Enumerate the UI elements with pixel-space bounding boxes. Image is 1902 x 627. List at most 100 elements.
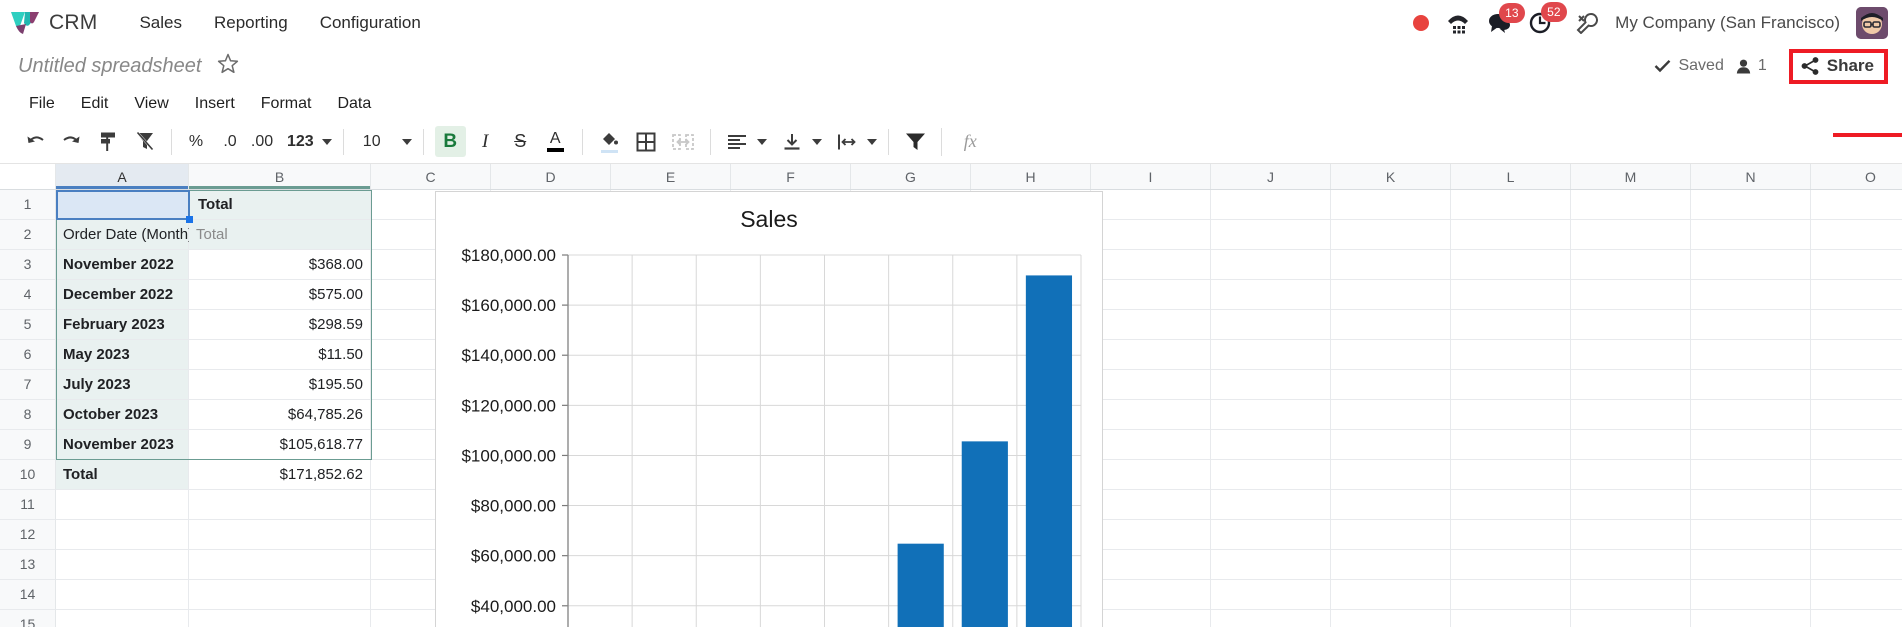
cell-M15[interactable] [1571, 610, 1691, 627]
cell-I5[interactable] [1091, 310, 1211, 340]
cell-N1[interactable] [1691, 190, 1811, 220]
cell-B4[interactable]: $575.00 [189, 280, 371, 310]
cell-K11[interactable] [1331, 490, 1451, 520]
cell-M3[interactable] [1571, 250, 1691, 280]
cell-L13[interactable] [1451, 550, 1571, 580]
row-header-4[interactable]: 4 [0, 280, 56, 310]
undo-icon[interactable] [20, 126, 51, 157]
cell-O4[interactable] [1811, 280, 1902, 310]
column-header-o[interactable]: O [1811, 164, 1902, 189]
row-header-14[interactable]: 14 [0, 580, 56, 610]
cell-I3[interactable] [1091, 250, 1211, 280]
cell-M8[interactable] [1571, 400, 1691, 430]
cell-M12[interactable] [1571, 520, 1691, 550]
cell-J11[interactable] [1211, 490, 1331, 520]
cell-M14[interactable] [1571, 580, 1691, 610]
cell-J7[interactable] [1211, 370, 1331, 400]
column-header-i[interactable]: I [1091, 164, 1211, 189]
text-color-button[interactable]: A [540, 126, 571, 157]
cell-K10[interactable] [1331, 460, 1451, 490]
cell-O6[interactable] [1811, 340, 1902, 370]
cell-K5[interactable] [1331, 310, 1451, 340]
cell-B15[interactable] [189, 610, 371, 627]
cell-B2[interactable]: Total [189, 220, 371, 250]
cell-J15[interactable] [1211, 610, 1331, 627]
wrench-icon[interactable] [1575, 12, 1599, 34]
cell-I1[interactable] [1091, 190, 1211, 220]
cell-K3[interactable] [1331, 250, 1451, 280]
select-all-corner[interactable] [0, 164, 56, 189]
cell-M1[interactable] [1571, 190, 1691, 220]
number-format-dropdown[interactable]: 123 [283, 133, 332, 151]
chat-bubble-icon[interactable]: 13 [1487, 2, 1525, 34]
decrease-decimal-button[interactable]: .0 [217, 126, 243, 157]
cell-A4[interactable]: December 2022 [56, 280, 189, 310]
column-header-e[interactable]: E [611, 164, 731, 189]
share-button[interactable]: Share [1788, 48, 1888, 84]
cell-J6[interactable] [1211, 340, 1331, 370]
chart-bar[interactable] [1025, 275, 1073, 627]
cell-O9[interactable] [1811, 430, 1902, 460]
cell-J2[interactable] [1211, 220, 1331, 250]
cell-O7[interactable] [1811, 370, 1902, 400]
cell-N12[interactable] [1691, 520, 1811, 550]
row-header-6[interactable]: 6 [0, 340, 56, 370]
cell-K14[interactable] [1331, 580, 1451, 610]
chart-bar[interactable] [897, 543, 944, 627]
row-header-7[interactable]: 7 [0, 370, 56, 400]
cell-A8[interactable]: October 2023 [56, 400, 189, 430]
cell-L3[interactable] [1451, 250, 1571, 280]
cell-J3[interactable] [1211, 250, 1331, 280]
cell-N14[interactable] [1691, 580, 1811, 610]
cell-J8[interactable] [1211, 400, 1331, 430]
cell-B11[interactable] [189, 490, 371, 520]
clock-activity-icon[interactable]: 52 [1529, 1, 1567, 35]
cell-L10[interactable] [1451, 460, 1571, 490]
cell-M7[interactable] [1571, 370, 1691, 400]
cell-L7[interactable] [1451, 370, 1571, 400]
cell-M10[interactable] [1571, 460, 1691, 490]
cell-L4[interactable] [1451, 280, 1571, 310]
cell-N5[interactable] [1691, 310, 1811, 340]
cell-B7[interactable]: $195.50 [189, 370, 371, 400]
nav-item-sales[interactable]: Sales [123, 9, 198, 37]
filter-icon[interactable] [900, 126, 931, 157]
cell-K6[interactable] [1331, 340, 1451, 370]
redo-icon[interactable] [55, 126, 86, 157]
cell-I8[interactable] [1091, 400, 1211, 430]
italic-button[interactable]: I [470, 126, 501, 157]
cell-A13[interactable] [56, 550, 189, 580]
cell-L1[interactable] [1451, 190, 1571, 220]
cell-N4[interactable] [1691, 280, 1811, 310]
strikethrough-button[interactable]: S [505, 126, 536, 157]
cell-O15[interactable] [1811, 610, 1902, 627]
column-header-d[interactable]: D [491, 164, 611, 189]
row-header-1[interactable]: 1 [0, 190, 56, 220]
cell-N7[interactable] [1691, 370, 1811, 400]
cell-O2[interactable] [1811, 220, 1902, 250]
bold-button[interactable]: B [434, 126, 466, 157]
cell-L2[interactable] [1451, 220, 1571, 250]
cell-M4[interactable] [1571, 280, 1691, 310]
cell-A2[interactable]: Order Date (Month) [56, 220, 193, 250]
document-title[interactable]: Untitled spreadsheet [18, 55, 201, 78]
percent-format-button[interactable]: % [183, 126, 209, 157]
phone-dialpad-icon[interactable] [1445, 11, 1471, 35]
font-size-dropdown[interactable]: 10 [355, 133, 412, 151]
column-header-n[interactable]: N [1691, 164, 1811, 189]
chart-bar[interactable] [961, 441, 1008, 627]
cell-B8[interactable]: $64,785.26 [189, 400, 371, 430]
record-dot-icon[interactable] [1413, 14, 1430, 31]
cell-J4[interactable] [1211, 280, 1331, 310]
cell-N3[interactable] [1691, 250, 1811, 280]
cell-K15[interactable] [1331, 610, 1451, 627]
cell-M5[interactable] [1571, 310, 1691, 340]
cell-I9[interactable] [1091, 430, 1211, 460]
cell-K2[interactable] [1331, 220, 1451, 250]
row-header-11[interactable]: 11 [0, 490, 56, 520]
cell-I4[interactable] [1091, 280, 1211, 310]
borders-icon[interactable] [631, 126, 662, 157]
column-header-h[interactable]: H [971, 164, 1091, 189]
horizontal-align-dropdown[interactable] [722, 126, 767, 157]
cell-N2[interactable] [1691, 220, 1811, 250]
